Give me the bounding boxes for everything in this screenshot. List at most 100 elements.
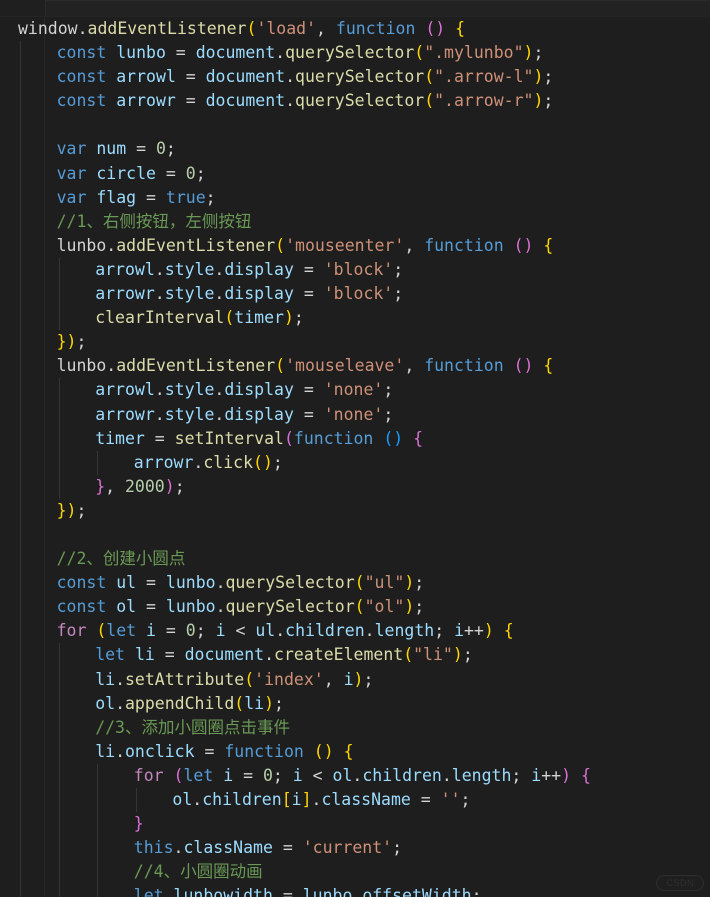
code-token: ;: [434, 621, 455, 641]
code-line[interactable]: arrowr.style.display = 'none';: [0, 402, 710, 427]
code-token: arrowr: [133, 452, 194, 472]
code-line-text: for (let i = 0; i < ol.children.length; …: [134, 764, 591, 788]
code-token: ,: [404, 235, 425, 255]
code-line[interactable]: //2、创建小圆点: [0, 547, 710, 572]
code-content-area[interactable]: window.addEventListener('load', function…: [0, 17, 710, 897]
code-line-text: lunbo.addEventListener('mouseenter', fun…: [57, 234, 554, 258]
code-token: onclick: [125, 741, 195, 761]
code-token: (: [424, 91, 435, 111]
code-token: ol: [172, 790, 193, 809]
code-token: ".mylunbo": [424, 43, 524, 63]
indent-guide: [20, 884, 21, 897]
indent-guide: [20, 354, 21, 379]
code-token: .: [214, 380, 225, 400]
code-token: i: [292, 765, 303, 785]
code-line[interactable]: this.className = 'current';: [0, 836, 710, 861]
code-token: clearInterval: [95, 308, 225, 328]
code-token: ): [404, 597, 415, 617]
code-token: li: [134, 645, 155, 665]
code-token: (): [513, 356, 534, 376]
code-token: ;: [414, 597, 425, 617]
code-token: ;: [165, 139, 176, 159]
code-token: {: [455, 19, 466, 38]
code-line[interactable]: arrowl.style.display = 'block';: [0, 257, 710, 283]
code-line[interactable]: var flag = true;: [0, 185, 710, 210]
code-token: function: [424, 356, 504, 376]
code-line[interactable]: });: [0, 498, 710, 523]
code-line[interactable]: arrowl.style.display = 'none';: [0, 378, 710, 403]
code-token: arrowr: [116, 91, 176, 111]
indent-guide: [58, 450, 60, 475]
code-line[interactable]: ol.children[i].className = '';: [0, 788, 710, 813]
code-token: var: [56, 139, 87, 159]
code-line[interactable]: const ul = lunbo.querySelector("ul");: [0, 571, 710, 596]
code-token: ;: [272, 452, 283, 472]
code-token: i: [223, 765, 234, 785]
code-line[interactable]: let lunbowidth = lunbo.offsetWidth;: [0, 884, 710, 897]
code-line[interactable]: li.onclick = function () {: [0, 739, 710, 764]
code-token: display: [224, 284, 294, 304]
code-line[interactable]: const ol = lunbo.querySelector("ol");: [0, 595, 710, 620]
code-line[interactable]: arrowr.style.display = 'block';: [0, 282, 710, 307]
code-token: children: [202, 790, 282, 809]
indent-guide: [20, 450, 21, 475]
code-line[interactable]: });: [0, 330, 710, 355]
code-token: style: [164, 380, 215, 400]
code-token: .: [77, 19, 88, 38]
indent-guide: [20, 739, 21, 764]
code-line[interactable]: const arrowr = document.querySelector(".…: [0, 89, 710, 114]
code-line[interactable]: for (let i = 0; i < ul.children.length; …: [0, 619, 710, 644]
code-line[interactable]: [0, 522, 710, 548]
code-token: =: [293, 284, 324, 304]
code-token: click: [203, 452, 254, 472]
code-line[interactable]: clearInterval(timer);: [0, 306, 710, 331]
code-token: {: [580, 765, 591, 785]
code-token: .: [115, 741, 125, 761]
code-token: .: [154, 284, 165, 304]
code-token: length: [374, 621, 435, 641]
code-token: .: [115, 669, 125, 689]
code-token: createElement: [274, 645, 404, 665]
code-line[interactable]: var circle = 0;: [0, 161, 710, 186]
code-line[interactable]: ol.appendChild(li);: [0, 691, 710, 716]
code-token: .: [264, 645, 275, 665]
indent-guide: [20, 113, 21, 138]
code-line[interactable]: window.addEventListener('load', function…: [0, 17, 710, 41]
code-line[interactable]: }: [0, 812, 710, 837]
code-line-text: let li = document.createElement("li");: [95, 643, 473, 667]
code-line[interactable]: timer = setInterval(function () {: [0, 426, 710, 451]
indent-guide: [20, 860, 21, 885]
code-line[interactable]: //4、小圆圈动画: [0, 860, 710, 885]
code-line[interactable]: const arrowl = document.querySelector(".…: [0, 65, 710, 90]
code-token: ,: [404, 356, 425, 376]
indent-guide: [20, 426, 21, 451]
code-line[interactable]: lunbo.addEventListener('mouseenter', fun…: [0, 233, 710, 258]
code-line[interactable]: const lunbo = document.querySelector(".m…: [0, 41, 710, 66]
code-token: function: [293, 428, 374, 448]
code-token: .: [364, 621, 375, 641]
code-line[interactable]: for (let i = 0; i < ol.children.length; …: [0, 763, 710, 788]
code-line[interactable]: }, 2000);: [0, 474, 710, 499]
code-token: (: [234, 693, 245, 713]
code-line[interactable]: li.setAttribute('index', i);: [0, 667, 710, 692]
code-line[interactable]: lunbo.addEventListener('mouseleave', fun…: [0, 354, 710, 379]
code-line[interactable]: //3、添加小圆圈点击事件: [0, 715, 710, 740]
code-line-text: li.onclick = function () {: [95, 740, 353, 764]
indent-guide: [58, 257, 60, 283]
code-line-text: this.className = 'current';: [134, 836, 402, 860]
code-token: (: [173, 765, 184, 785]
code-line[interactable]: arrowr.click();: [0, 450, 710, 475]
code-line[interactable]: [0, 113, 710, 138]
code-line[interactable]: let li = document.createElement("li");: [0, 643, 710, 668]
code-line[interactable]: var num = 0;: [0, 137, 710, 162]
indent-guide: [58, 788, 60, 813]
code-token: 'load': [256, 19, 317, 38]
code-line[interactable]: //1、右侧按钮，左侧按钮: [0, 209, 710, 234]
code-token: length: [451, 765, 512, 785]
